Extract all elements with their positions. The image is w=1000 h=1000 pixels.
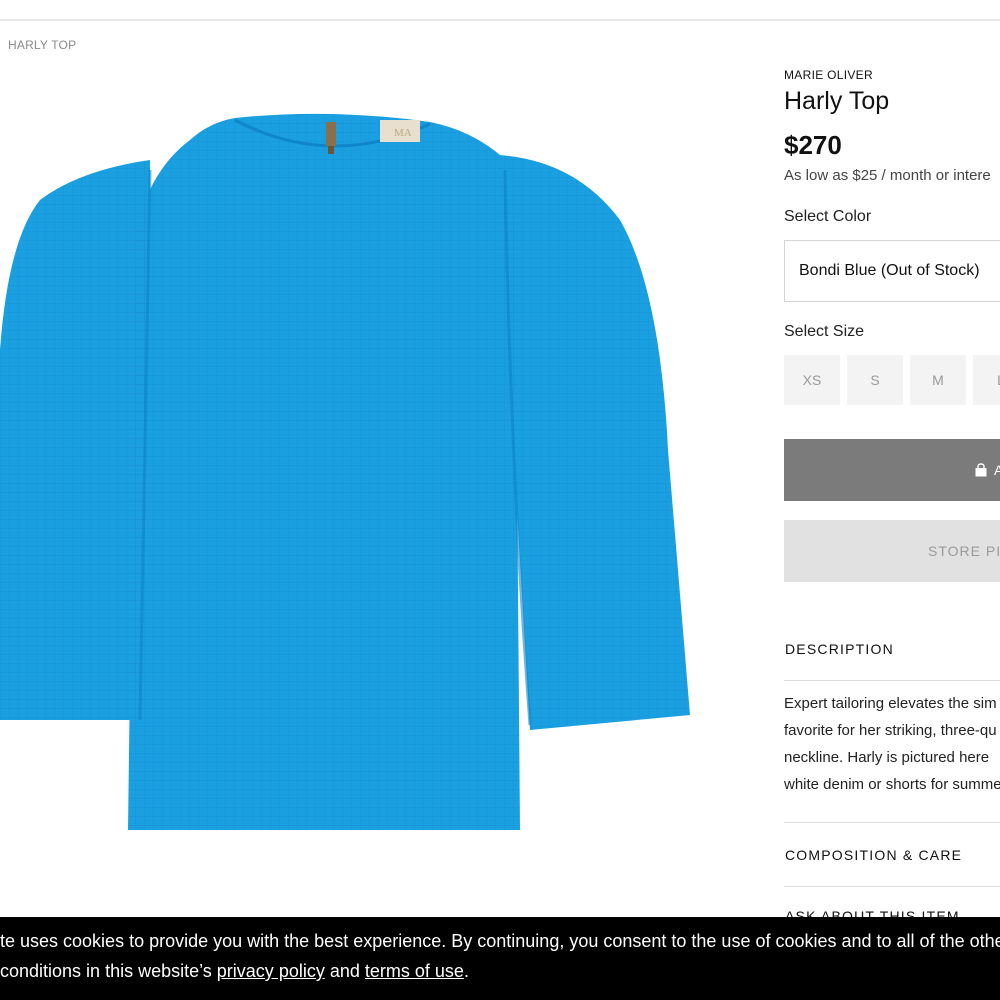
size-option-m[interactable]: M [910, 355, 966, 405]
description-divider [784, 680, 1000, 681]
description-heading[interactable]: DESCRIPTION [785, 641, 894, 657]
composition-care-heading[interactable]: COMPOSITION & CARE [785, 847, 962, 863]
product-title: Harly Top [784, 87, 890, 115]
product-price: $270 [784, 130, 842, 160]
color-select[interactable]: Bondi Blue (Out of Stock) [784, 240, 1000, 302]
privacy-policy-link[interactable]: privacy policy [217, 961, 325, 981]
cookie-text-prefix: conditions in this website’s [0, 961, 217, 981]
composition-divider-top [784, 822, 1000, 823]
cookie-banner: te uses cookies to provide you with the … [0, 917, 1000, 1000]
select-size-label: Select Size [784, 323, 865, 340]
size-options: XS S M L [784, 355, 1000, 405]
shopping-bag-icon [975, 463, 987, 477]
add-to-bag-button[interactable]: A [784, 439, 1000, 501]
add-to-bag-label: A [994, 462, 1000, 478]
garment-label-text: MA [394, 127, 412, 139]
cookie-text-line1: te uses cookies to provide you with the … [0, 931, 1000, 951]
blouse [0, 113, 690, 831]
product-image[interactable]: MA [0, 60, 740, 910]
description-line: Expert tailoring elevates the sim [784, 695, 997, 712]
cookie-text-period: . [463, 961, 469, 981]
description-line: white denim or shorts for summe [784, 776, 1000, 793]
composition-divider-bottom [784, 886, 1000, 887]
size-option-l[interactable]: L [973, 355, 1000, 405]
store-pickup-button[interactable]: STORE PIC [784, 520, 1000, 582]
store-pickup-label: STORE PIC [928, 543, 1000, 559]
breadcrumb[interactable]: HARLY TOP [8, 38, 76, 52]
color-select-value: Bondi Blue (Out of Stock) [799, 262, 980, 279]
size-option-s[interactable]: S [847, 355, 903, 405]
header-divider [0, 19, 1000, 21]
terms-of-use-link[interactable]: terms of use [365, 961, 464, 981]
select-color-label: Select Color [784, 208, 872, 225]
size-option-xs[interactable]: XS [784, 355, 840, 405]
product-brand[interactable]: MARIE OLIVER [784, 68, 873, 82]
description-line: favorite for her striking, three-qu [784, 722, 997, 739]
financing-text: As low as $25 / month or intere [784, 167, 991, 184]
description-text: Expert tailoring elevates the sim favori… [784, 690, 1000, 798]
cookie-text-line2: conditions in this website’s privacy pol… [0, 961, 469, 982]
cookie-text-and: and [324, 961, 365, 981]
description-line: neckline. Harly is pictured here [784, 749, 990, 766]
